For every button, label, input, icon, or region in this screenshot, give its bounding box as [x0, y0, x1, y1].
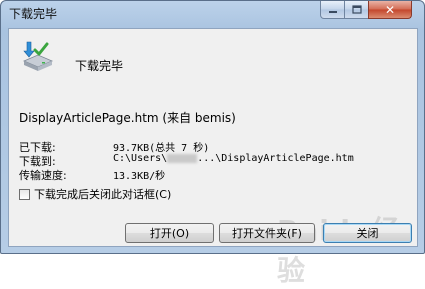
close-icon: ✕: [384, 2, 396, 17]
path-prefix: C:\Users\: [113, 153, 168, 164]
file-name: DisplayArticlePage.htm (来自 bemis): [19, 111, 236, 125]
maximize-button[interactable]: [344, 1, 369, 19]
minimize-icon: [328, 10, 337, 13]
download-complete-window: 下载完毕 ✕ 下载完毕 DisplayArticlePage.htm (来自 b…: [0, 0, 425, 287]
downloaded-value: 93.7KB(总共 7 秒): [113, 143, 210, 154]
close-after-download-checkbox[interactable]: [19, 188, 30, 200]
maximize-icon: [351, 5, 362, 14]
window-title: 下载完毕: [9, 7, 58, 21]
watermark-logo: Baidu经验: [277, 214, 400, 287]
redacted-username: [167, 153, 198, 163]
path-suffix: ...\DisplayArticlePage.htm: [197, 153, 354, 164]
open-folder-button[interactable]: 打开文件夹(F): [219, 223, 315, 243]
download-complete-icon: [20, 39, 54, 73]
dialog-body: 下载完毕 DisplayArticlePage.htm (来自 bemis) 已…: [8, 28, 418, 287]
close-after-download-option[interactable]: 下载完成后关闭此对话框(C): [19, 186, 171, 202]
title-bar[interactable]: 下载完毕 ✕: [1, 1, 424, 25]
speed-label: 传输速度:: [19, 169, 67, 182]
speed-value: 13.3KB/秒: [113, 171, 166, 182]
dialog-heading: 下载完毕: [75, 59, 124, 73]
minimize-button[interactable]: [320, 1, 345, 19]
close-window-button[interactable]: ✕: [368, 1, 412, 19]
download-to-path[interactable]: C:\Users\ ...\DisplayArticlePage.htm: [113, 153, 354, 164]
open-button[interactable]: 打开(O): [125, 223, 214, 243]
close-after-download-label: 下载完成后关闭此对话框(C): [34, 188, 172, 201]
close-button[interactable]: 关闭: [323, 223, 412, 243]
